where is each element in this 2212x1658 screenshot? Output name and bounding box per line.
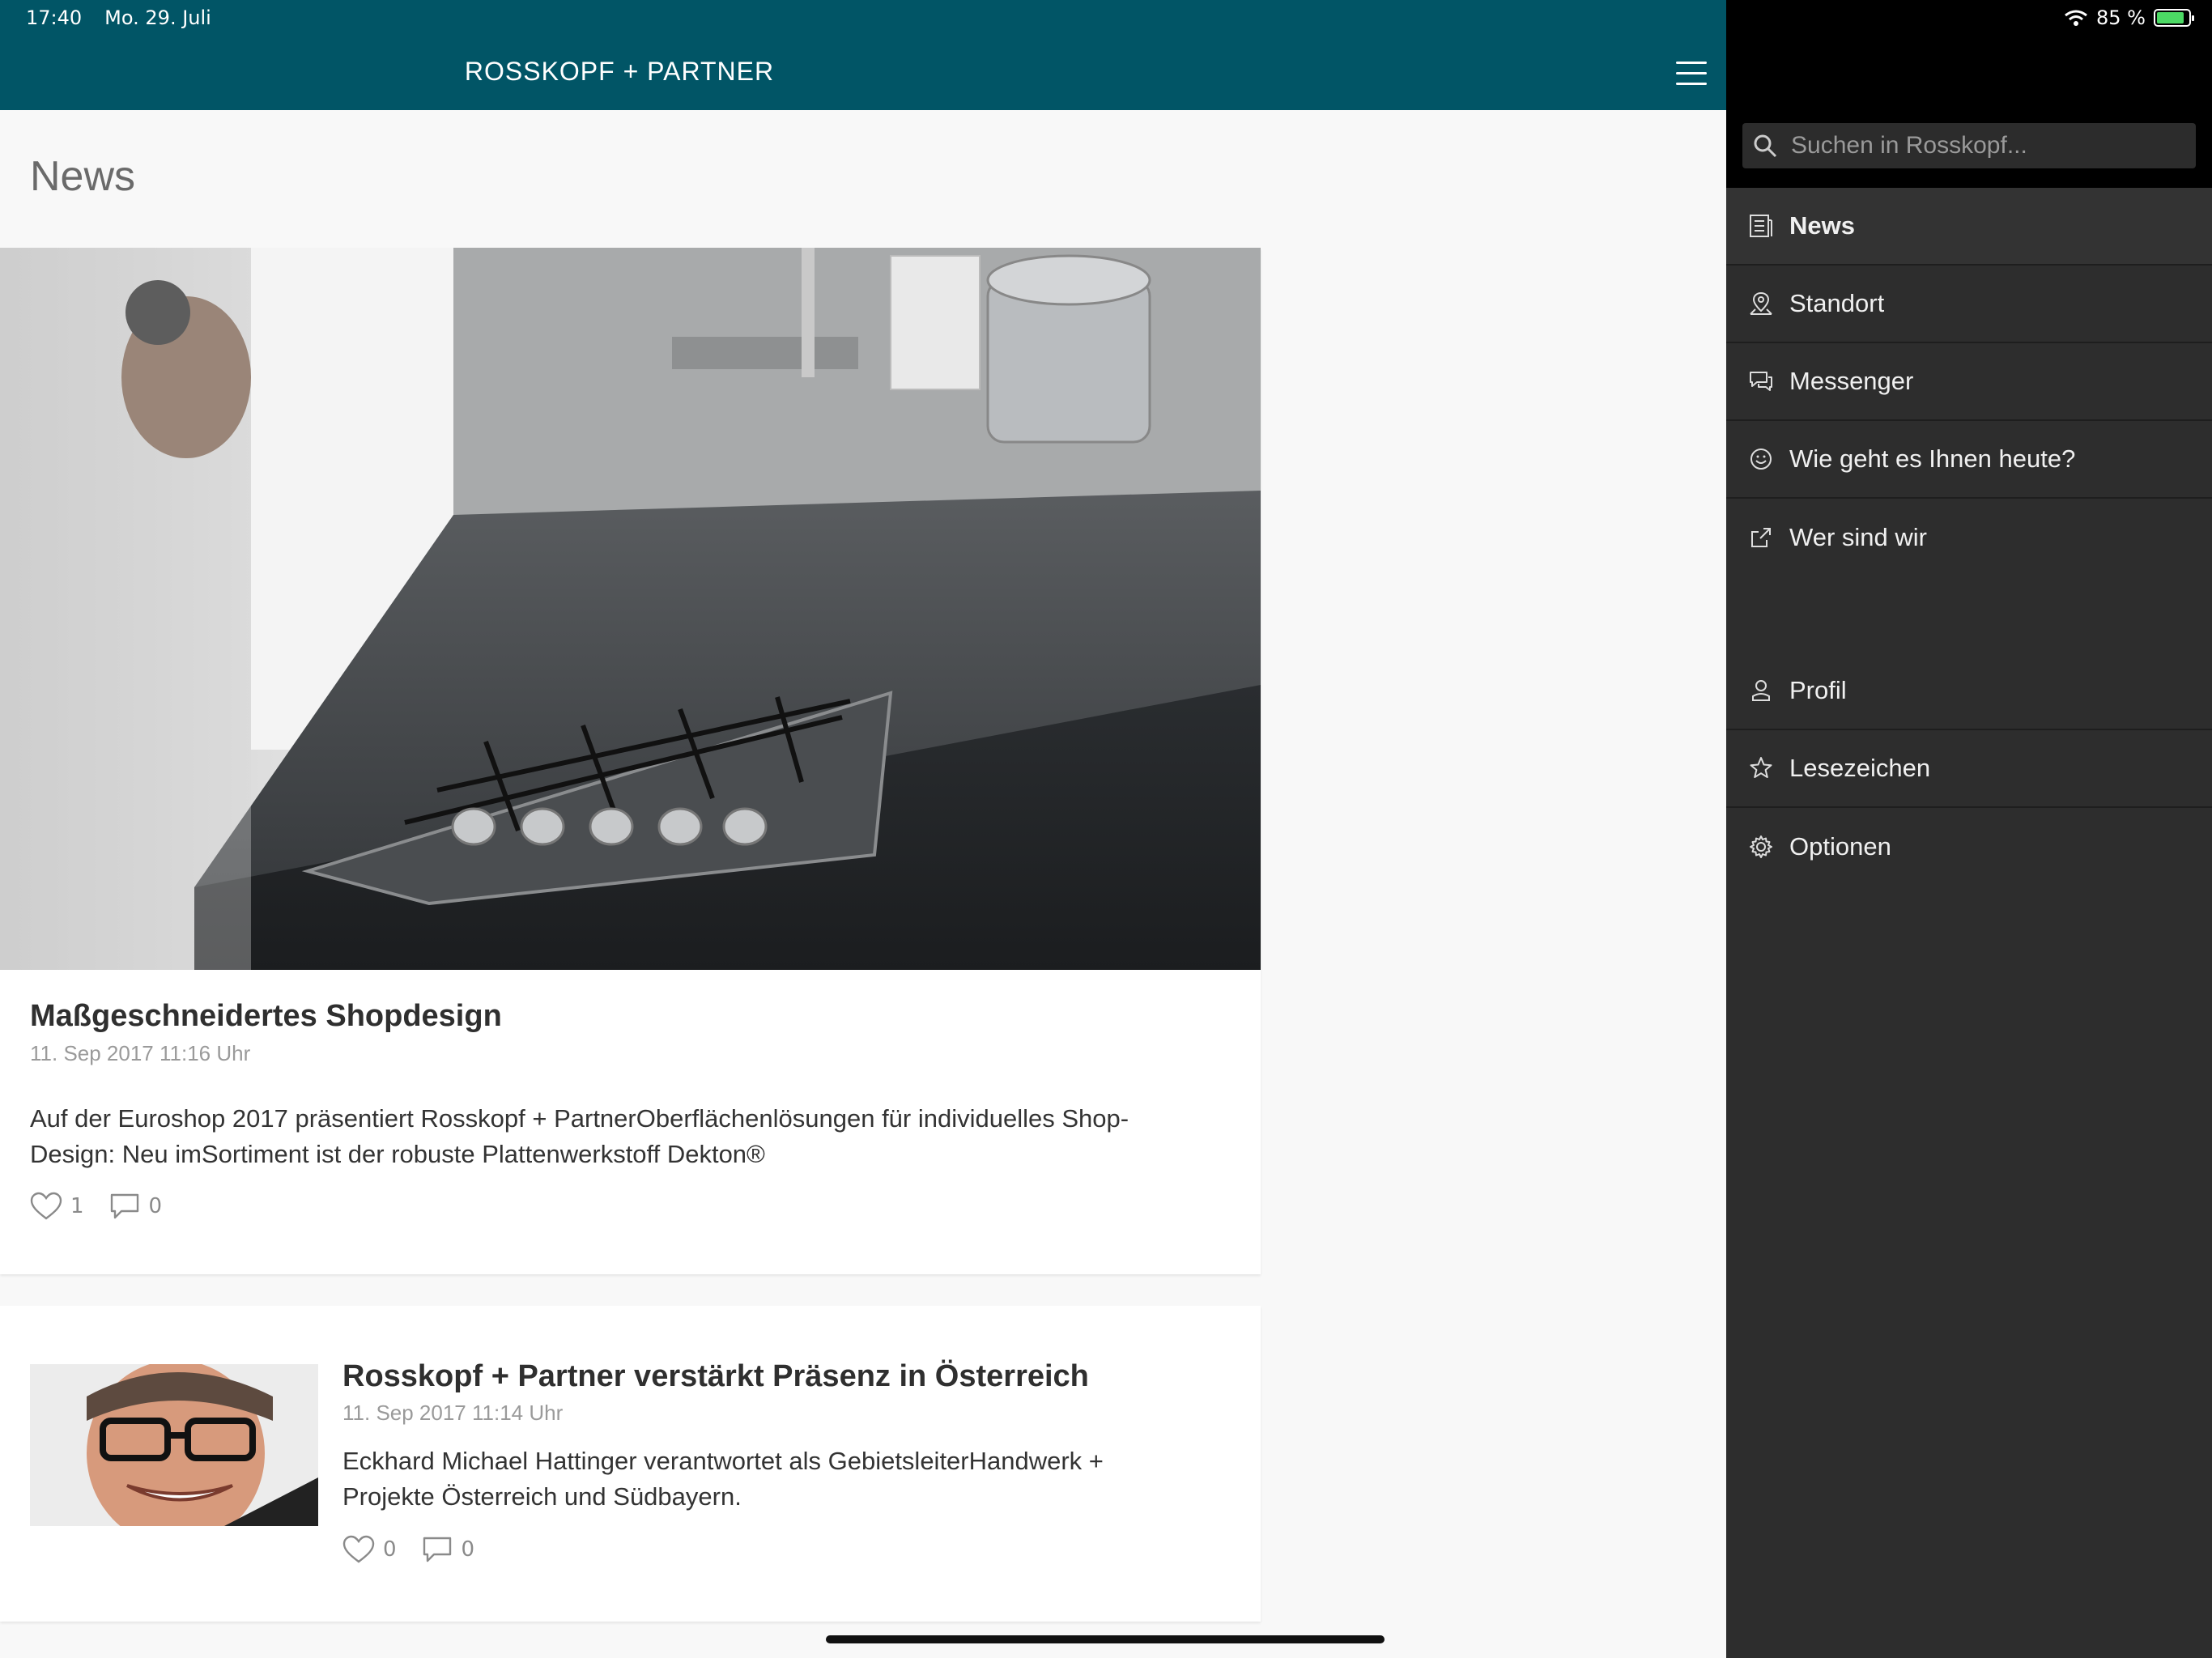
smiley-icon bbox=[1750, 449, 1772, 470]
news-card[interactable]: Maßgeschneidertes Shopdesign 11. Sep 201… bbox=[0, 248, 1261, 1274]
status-date: Mo. 29. Juli bbox=[104, 6, 211, 29]
nav-item-optionen[interactable]: Optionen bbox=[1726, 808, 2212, 886]
nav-item-profil[interactable]: Profil bbox=[1726, 653, 2212, 730]
nav-item-mood[interactable]: Wie geht es Ihnen heute? bbox=[1726, 421, 2212, 499]
status-bar-right: 85 % bbox=[2064, 6, 2194, 29]
search-icon bbox=[1754, 134, 1777, 158]
profile-icon bbox=[1752, 680, 1770, 701]
like-button[interactable]: 0 bbox=[342, 1535, 397, 1564]
article-teaser: Auf der Euroshop 2017 präsentiert Rossko… bbox=[30, 1101, 1129, 1172]
heart-icon bbox=[30, 1192, 62, 1220]
comment-icon bbox=[423, 1537, 451, 1562]
hamburger-menu-icon[interactable] bbox=[1676, 62, 1707, 86]
article-title[interactable]: Rosskopf + Partner verstärkt Präsenz in … bbox=[342, 1359, 1089, 1394]
article-date: 11. Sep 2017 11:16 Uhr bbox=[30, 1041, 251, 1065]
kitchen-photo-illustration bbox=[0, 248, 1261, 970]
nav-item-label: Lesezeichen bbox=[1789, 754, 1931, 782]
nav-item-label: Optionen bbox=[1789, 832, 1891, 861]
page-title: News bbox=[30, 153, 136, 200]
nav-item-standort[interactable]: Standort bbox=[1726, 266, 2212, 343]
search-bar[interactable] bbox=[1742, 123, 2196, 168]
article-date: 11. Sep 2017 11:14 Uhr bbox=[342, 1401, 564, 1425]
like-button[interactable]: 1 bbox=[30, 1192, 84, 1221]
main-content: 17:40 Mo. 29. Juli ROSSKOPF + PARTNER Ne… bbox=[0, 0, 1726, 1658]
article-teaser-line: Projekte Österreich und Südbayern. bbox=[342, 1482, 742, 1511]
nav-item-label: Profil bbox=[1789, 676, 1847, 704]
article-teaser: Eckhard Michael Hattinger verantwortet a… bbox=[342, 1443, 1104, 1515]
article-teaser-line: Eckhard Michael Hattinger verantwortet a… bbox=[342, 1447, 1104, 1475]
heart-icon bbox=[342, 1535, 375, 1563]
article-teaser-line: Design: Neu imSortiment ist der robuste … bbox=[30, 1140, 765, 1168]
nav-item-news[interactable]: News bbox=[1726, 188, 2212, 266]
location-icon bbox=[1750, 291, 1772, 315]
chat-icon bbox=[1750, 372, 1772, 391]
battery-percent: 85 % bbox=[2096, 6, 2146, 29]
battery-icon bbox=[2154, 9, 2194, 27]
portrait-illustration bbox=[30, 1364, 318, 1526]
portrait-thumbnail[interactable] bbox=[30, 1364, 318, 1526]
nav-item-label: Messenger bbox=[1789, 367, 1914, 395]
drawer-header: 85 % bbox=[1726, 0, 2212, 188]
comment-count: 0 bbox=[148, 1194, 163, 1218]
comment-icon bbox=[110, 1193, 138, 1219]
article-actions: 1 0 bbox=[30, 1192, 162, 1221]
nav-item-label: Wer sind wir bbox=[1789, 523, 1927, 551]
nav-item-lesezeichen[interactable]: Lesezeichen bbox=[1726, 730, 2212, 808]
app-title: ROSSKOPF + PARTNER bbox=[464, 57, 775, 86]
home-indicator[interactable] bbox=[826, 1635, 1385, 1643]
article-teaser-line: Auf der Euroshop 2017 präsentiert Rossko… bbox=[30, 1104, 1129, 1133]
comment-count: 0 bbox=[461, 1537, 475, 1562]
search-input[interactable] bbox=[1791, 132, 2180, 159]
like-count: 1 bbox=[70, 1194, 84, 1218]
external-link-icon bbox=[1751, 528, 1771, 547]
article-actions: 0 0 bbox=[342, 1535, 474, 1564]
news-card[interactable]: Rosskopf + Partner verstärkt Präsenz in … bbox=[0, 1306, 1261, 1622]
status-time: 17:40 bbox=[26, 6, 83, 29]
nav-item-label: News bbox=[1789, 211, 1855, 240]
nav-item-label: Wie geht es Ihnen heute? bbox=[1789, 444, 2076, 473]
gear-icon bbox=[1750, 835, 1772, 858]
wifi-icon bbox=[2065, 10, 2087, 26]
news-icon bbox=[1750, 215, 1772, 237]
star-icon bbox=[1750, 757, 1772, 778]
article-title[interactable]: Maßgeschneidertes Shopdesign bbox=[30, 999, 502, 1034]
nav-item-label: Standort bbox=[1789, 289, 1885, 317]
side-drawer: 85 % News Standort Messenger Wie geht es… bbox=[1726, 0, 2212, 1658]
app-header: 17:40 Mo. 29. Juli ROSSKOPF + PARTNER bbox=[0, 0, 1726, 110]
like-count: 0 bbox=[383, 1537, 397, 1562]
status-bar-left: 17:40 Mo. 29. Juli bbox=[26, 6, 211, 29]
comment-button[interactable]: 0 bbox=[421, 1535, 475, 1564]
kitchen-image[interactable] bbox=[0, 248, 1261, 970]
nav-item-messenger[interactable]: Messenger bbox=[1726, 343, 2212, 421]
comment-button[interactable]: 0 bbox=[108, 1192, 163, 1221]
nav-item-about[interactable]: Wer sind wir bbox=[1726, 499, 2212, 576]
